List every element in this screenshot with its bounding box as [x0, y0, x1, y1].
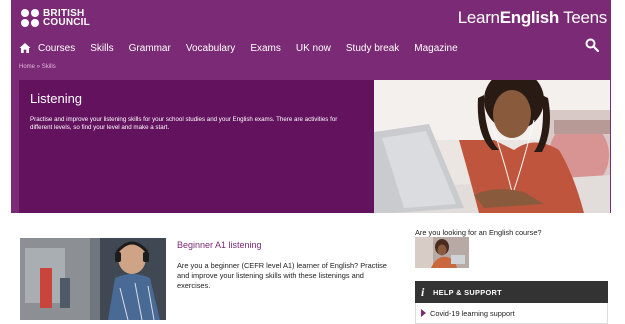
course-promo-photo[interactable]	[415, 237, 469, 268]
covid-support-link[interactable]: Covid-19 learning support	[415, 303, 608, 324]
nav-study-break[interactable]: Study break	[346, 43, 399, 54]
beginner-card-photo[interactable]	[20, 238, 166, 320]
logo-line-2: COUNCIL	[43, 17, 90, 28]
nav-magazine[interactable]: Magazine	[414, 43, 457, 54]
listening-banner: Listening Practise and improve your list…	[19, 80, 374, 213]
learnenglish-teens-brand[interactable]: LearnEnglish Teens	[458, 8, 608, 28]
nav-grammar[interactable]: Grammar	[129, 43, 171, 54]
page-title: Listening	[30, 91, 83, 106]
nav-uk-now[interactable]: UK now	[296, 43, 331, 54]
nav-courses[interactable]: Courses	[38, 43, 75, 54]
breadcrumb: Home » Skills	[19, 64, 56, 70]
nav-skills[interactable]: Skills	[90, 43, 113, 54]
course-promo-question[interactable]: Are you looking for an English course?	[415, 228, 542, 237]
nav-exams[interactable]: Exams	[250, 43, 281, 54]
site-header: BRITISH COUNCIL LearnEnglish Teens Cours…	[11, 0, 611, 213]
main-nav: Courses Skills Grammar Vocabulary Exams …	[19, 38, 611, 58]
help-support-title: HELP & SUPPORT	[433, 288, 502, 297]
banner-photo-girl-laptop	[374, 80, 610, 213]
breadcrumb-home[interactable]: Home	[19, 64, 35, 70]
page-intro: Practise and improve your listening skil…	[30, 116, 338, 131]
covid-support-label: Covid-19 learning support	[430, 309, 515, 318]
beginner-a1-description: Are you a beginner (CEFR level A1) learn…	[177, 261, 387, 290]
help-support-header: i HELP & SUPPORT	[415, 281, 608, 303]
home-icon[interactable]	[19, 42, 31, 54]
british-council-logo[interactable]: BRITISH COUNCIL	[21, 9, 90, 28]
arrow-right-icon	[421, 309, 426, 317]
nav-vocabulary[interactable]: Vocabulary	[186, 43, 235, 54]
info-icon: i	[421, 285, 425, 299]
breadcrumb-current: Skills	[41, 64, 56, 70]
search-icon[interactable]	[585, 38, 599, 52]
british-council-dots-icon	[21, 9, 39, 27]
beginner-a1-listening-link[interactable]: Beginner A1 listening	[177, 240, 262, 250]
